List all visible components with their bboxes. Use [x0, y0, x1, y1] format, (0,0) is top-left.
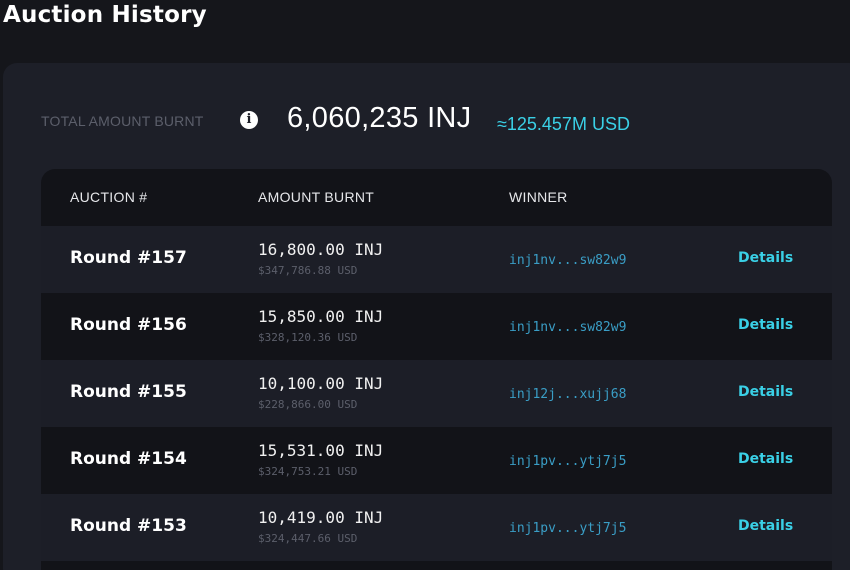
total-burnt-label: TOTAL AMOUNT BURNT — [41, 113, 204, 129]
table-row: Round #156 15,850.00 INJ $328,120.36 USD… — [41, 293, 832, 360]
winner-address-link[interactable]: inj1pv...ytj7j5 — [509, 454, 626, 469]
round-number: Round #153 — [70, 516, 187, 536]
page: Auction History TOTAL AMOUNT BURNT i 6,0… — [0, 0, 850, 570]
winner-address-link[interactable]: inj1nv...sw82w9 — [509, 320, 626, 335]
amount-burnt: 16,800.00 INJ — [258, 240, 384, 259]
amount-burnt: 15,850.00 INJ — [258, 307, 384, 326]
header-auction: AUCTION # — [70, 189, 148, 205]
amount-burnt-usd: $347,786.88 USD — [258, 264, 358, 277]
amount-burnt-usd: $324,753.21 USD — [258, 465, 358, 478]
amount-burnt: 15,531.00 INJ — [258, 441, 384, 460]
amount-burnt-usd: $228,866.00 USD — [258, 398, 358, 411]
details-link[interactable]: Details — [738, 384, 793, 400]
total-burnt-usd: ≈125.457M USD — [497, 114, 630, 134]
auction-history-panel: TOTAL AMOUNT BURNT i 6,060,235 INJ ≈125.… — [3, 63, 850, 570]
header-amount-burnt: AMOUNT BURNT — [258, 189, 375, 205]
header-winner: WINNER — [509, 189, 568, 205]
total-burnt-value: 6,060,235 INJ — [287, 102, 472, 134]
table-row: Round #155 10,100.00 INJ $228,866.00 USD… — [41, 360, 832, 427]
page-title: Auction History — [3, 2, 207, 28]
details-link[interactable]: Details — [738, 250, 793, 266]
info-icon[interactable]: i — [240, 111, 258, 129]
details-link[interactable]: Details — [738, 518, 793, 534]
details-link[interactable]: Details — [738, 451, 793, 467]
round-number: Round #155 — [70, 382, 187, 402]
amount-burnt-usd: $324,447.66 USD — [258, 532, 358, 545]
winner-address-link[interactable]: inj12j...xujj68 — [509, 387, 626, 402]
table-row: Round #154 15,531.00 INJ $324,753.21 USD… — [41, 427, 832, 494]
details-link[interactable]: Details — [738, 317, 793, 333]
table-row: Round #153 10,419.00 INJ $324,447.66 USD… — [41, 494, 832, 561]
winner-address-link[interactable]: inj1pv...ytj7j5 — [509, 521, 626, 536]
burn-summary: TOTAL AMOUNT BURNT i 6,060,235 INJ ≈125.… — [41, 93, 741, 149]
table-header: AUCTION # AMOUNT BURNT WINNER — [41, 169, 832, 226]
winner-address-link[interactable]: inj1nv...sw82w9 — [509, 253, 626, 268]
round-number: Round #157 — [70, 248, 187, 268]
table-row: Round #157 16,800.00 INJ $347,786.88 USD… — [41, 226, 832, 293]
amount-burnt: 10,419.00 INJ — [258, 508, 384, 527]
amount-burnt-usd: $328,120.36 USD — [258, 331, 358, 344]
round-number: Round #156 — [70, 315, 187, 335]
round-number: Round #154 — [70, 449, 187, 469]
auction-table: AUCTION # AMOUNT BURNT WINNER Round #157… — [41, 169, 832, 570]
amount-burnt: 10,100.00 INJ — [258, 374, 384, 393]
